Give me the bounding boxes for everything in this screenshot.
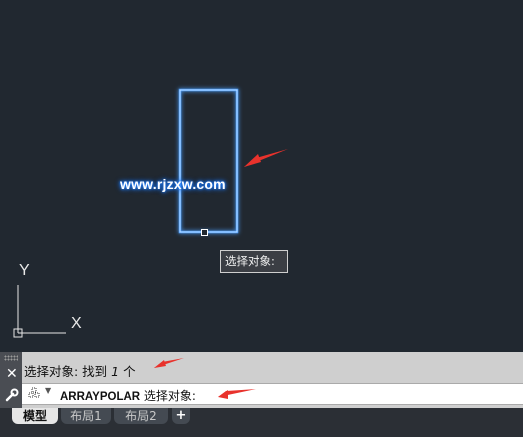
tab-layout1[interactable]: 布局1 [61, 408, 111, 424]
drawing-canvas[interactable]: www.rjzxw.com 选择对象: Y X [0, 0, 523, 352]
watermark-text: www.rjzxw.com [120, 176, 226, 192]
command-history: 选择对象: 找到 1 个 [24, 361, 136, 380]
close-icon[interactable]: ✕ [6, 366, 18, 382]
plus-icon[interactable]: + [172, 408, 190, 424]
history-prefix: 选择对象: 找到 [24, 364, 108, 379]
command-icon[interactable] [28, 387, 42, 401]
grip-point[interactable] [201, 229, 208, 236]
command-name: ARRAYPOLAR [60, 391, 141, 403]
tab-layout2[interactable]: 布局2 [114, 408, 168, 424]
command-input[interactable]: ▼ ARRAYPOLAR 选择对象: [22, 383, 523, 405]
ucs-y-label: Y [19, 262, 30, 279]
command-prompt: 选择对象: [143, 389, 196, 403]
tab-model[interactable]: 模型 [12, 408, 58, 424]
selection-tooltip: 选择对象: [220, 250, 288, 273]
chevron-down-icon[interactable]: ▼ [45, 386, 51, 395]
command-input-text[interactable]: ARRAYPOLAR 选择对象: [60, 387, 196, 404]
layout-tab-bar: 模型 布局1 布局2 + [0, 408, 523, 437]
wrench-icon[interactable] [5, 388, 19, 402]
command-line-handle[interactable]: ✕ [0, 352, 22, 408]
command-line-panel: ✕ 选择对象: 找到 1 个 ▼ ARRAYPOLAR 选择对象: [0, 352, 523, 408]
ucs-icon [13, 285, 66, 338]
arrow-pointer-history [154, 358, 184, 368]
arrow-pointer-rect [244, 149, 288, 167]
grip-dots-icon[interactable] [4, 355, 18, 361]
history-count: 1 [111, 364, 120, 379]
canvas-graphics [13, 88, 288, 338]
selected-rectangle-inner [179, 89, 238, 233]
history-suffix: 个 [123, 364, 136, 379]
selected-rectangle[interactable] [178, 88, 239, 234]
ucs-x-label: X [71, 315, 82, 332]
arrow-pointer-input [218, 389, 256, 399]
